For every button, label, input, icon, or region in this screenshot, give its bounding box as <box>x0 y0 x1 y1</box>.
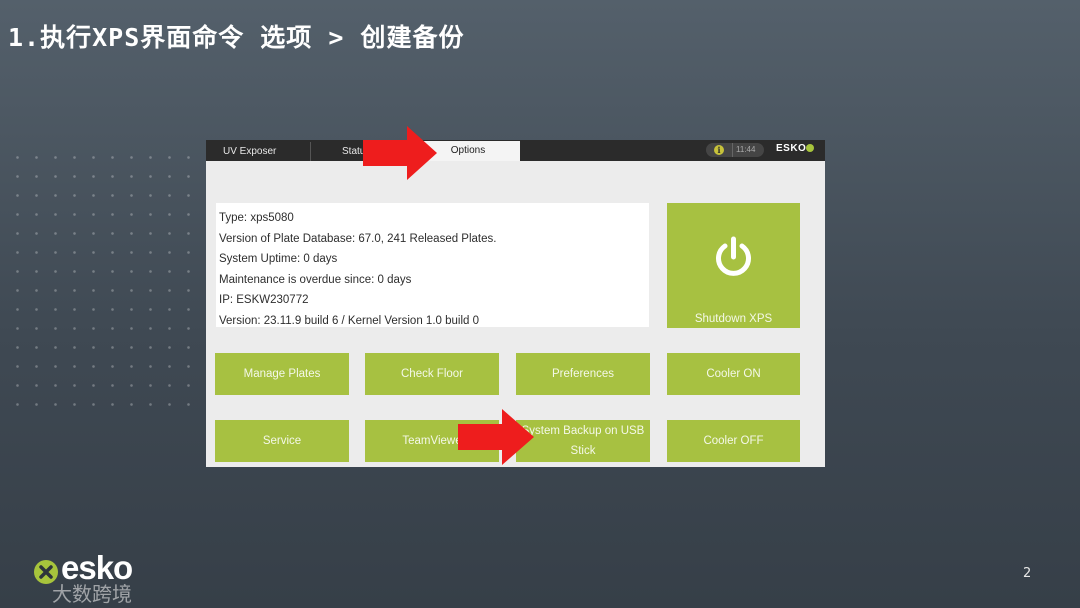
shutdown-xps-button[interactable]: Shutdown XPS <box>667 203 800 328</box>
shutdown-xps-label: Shutdown XPS <box>694 313 773 325</box>
info-line-ip: IP: ESKW230772 <box>219 294 309 307</box>
tab-bar: UV Exposer Statu Options i 11:44 ESKO <box>206 140 825 161</box>
clock-time: 11:44 <box>732 143 755 157</box>
system-info-panel: Type: xps5080 Version of Plate Database:… <box>216 203 649 327</box>
info-icon[interactable]: i <box>714 145 724 155</box>
watermark-text: 大数跨境 <box>52 582 132 606</box>
cooler-off-button[interactable]: Cooler OFF <box>667 420 800 462</box>
decorative-dot-grid <box>8 148 198 418</box>
brand-text: ESKO <box>776 143 807 154</box>
pointer-arrow-icon <box>363 126 437 180</box>
system-backup-label-line2: Stick <box>570 445 596 457</box>
esko-logo-icon <box>806 144 815 152</box>
power-icon <box>716 236 751 276</box>
page-number: 2 <box>1023 566 1032 581</box>
system-backup-label-line1: System Backup on USB <box>521 425 645 437</box>
info-line-uptime: System Uptime: 0 days <box>219 253 338 266</box>
preferences-button[interactable]: Preferences <box>516 353 650 395</box>
info-line-plate-database: Version of Plate Database: 67.0, 241 Rel… <box>219 232 497 245</box>
system-backup-usb-button[interactable]: System Backup on USB Stick <box>516 420 650 462</box>
pointer-arrow-icon <box>458 409 534 465</box>
slide-title: 1.执行XPS界面命令 选项 > 创建备份 <box>8 23 465 52</box>
info-line-type: Type: xps5080 <box>219 212 294 224</box>
check-floor-button[interactable]: Check Floor <box>365 353 499 395</box>
info-line-version: Version: 23.11.9 build 6 / Kernel Versio… <box>219 314 479 327</box>
status-pill: i 11:44 <box>706 143 764 157</box>
esko-brand: ESKO <box>776 143 815 154</box>
service-button[interactable]: Service <box>215 420 349 462</box>
tab-uv-exposer[interactable]: UV Exposer <box>206 142 300 161</box>
manage-plates-button[interactable]: Manage Plates <box>215 353 349 395</box>
cooler-on-button[interactable]: Cooler ON <box>667 353 800 395</box>
info-line-maintenance: Maintenance is overdue since: 0 days <box>219 273 412 286</box>
